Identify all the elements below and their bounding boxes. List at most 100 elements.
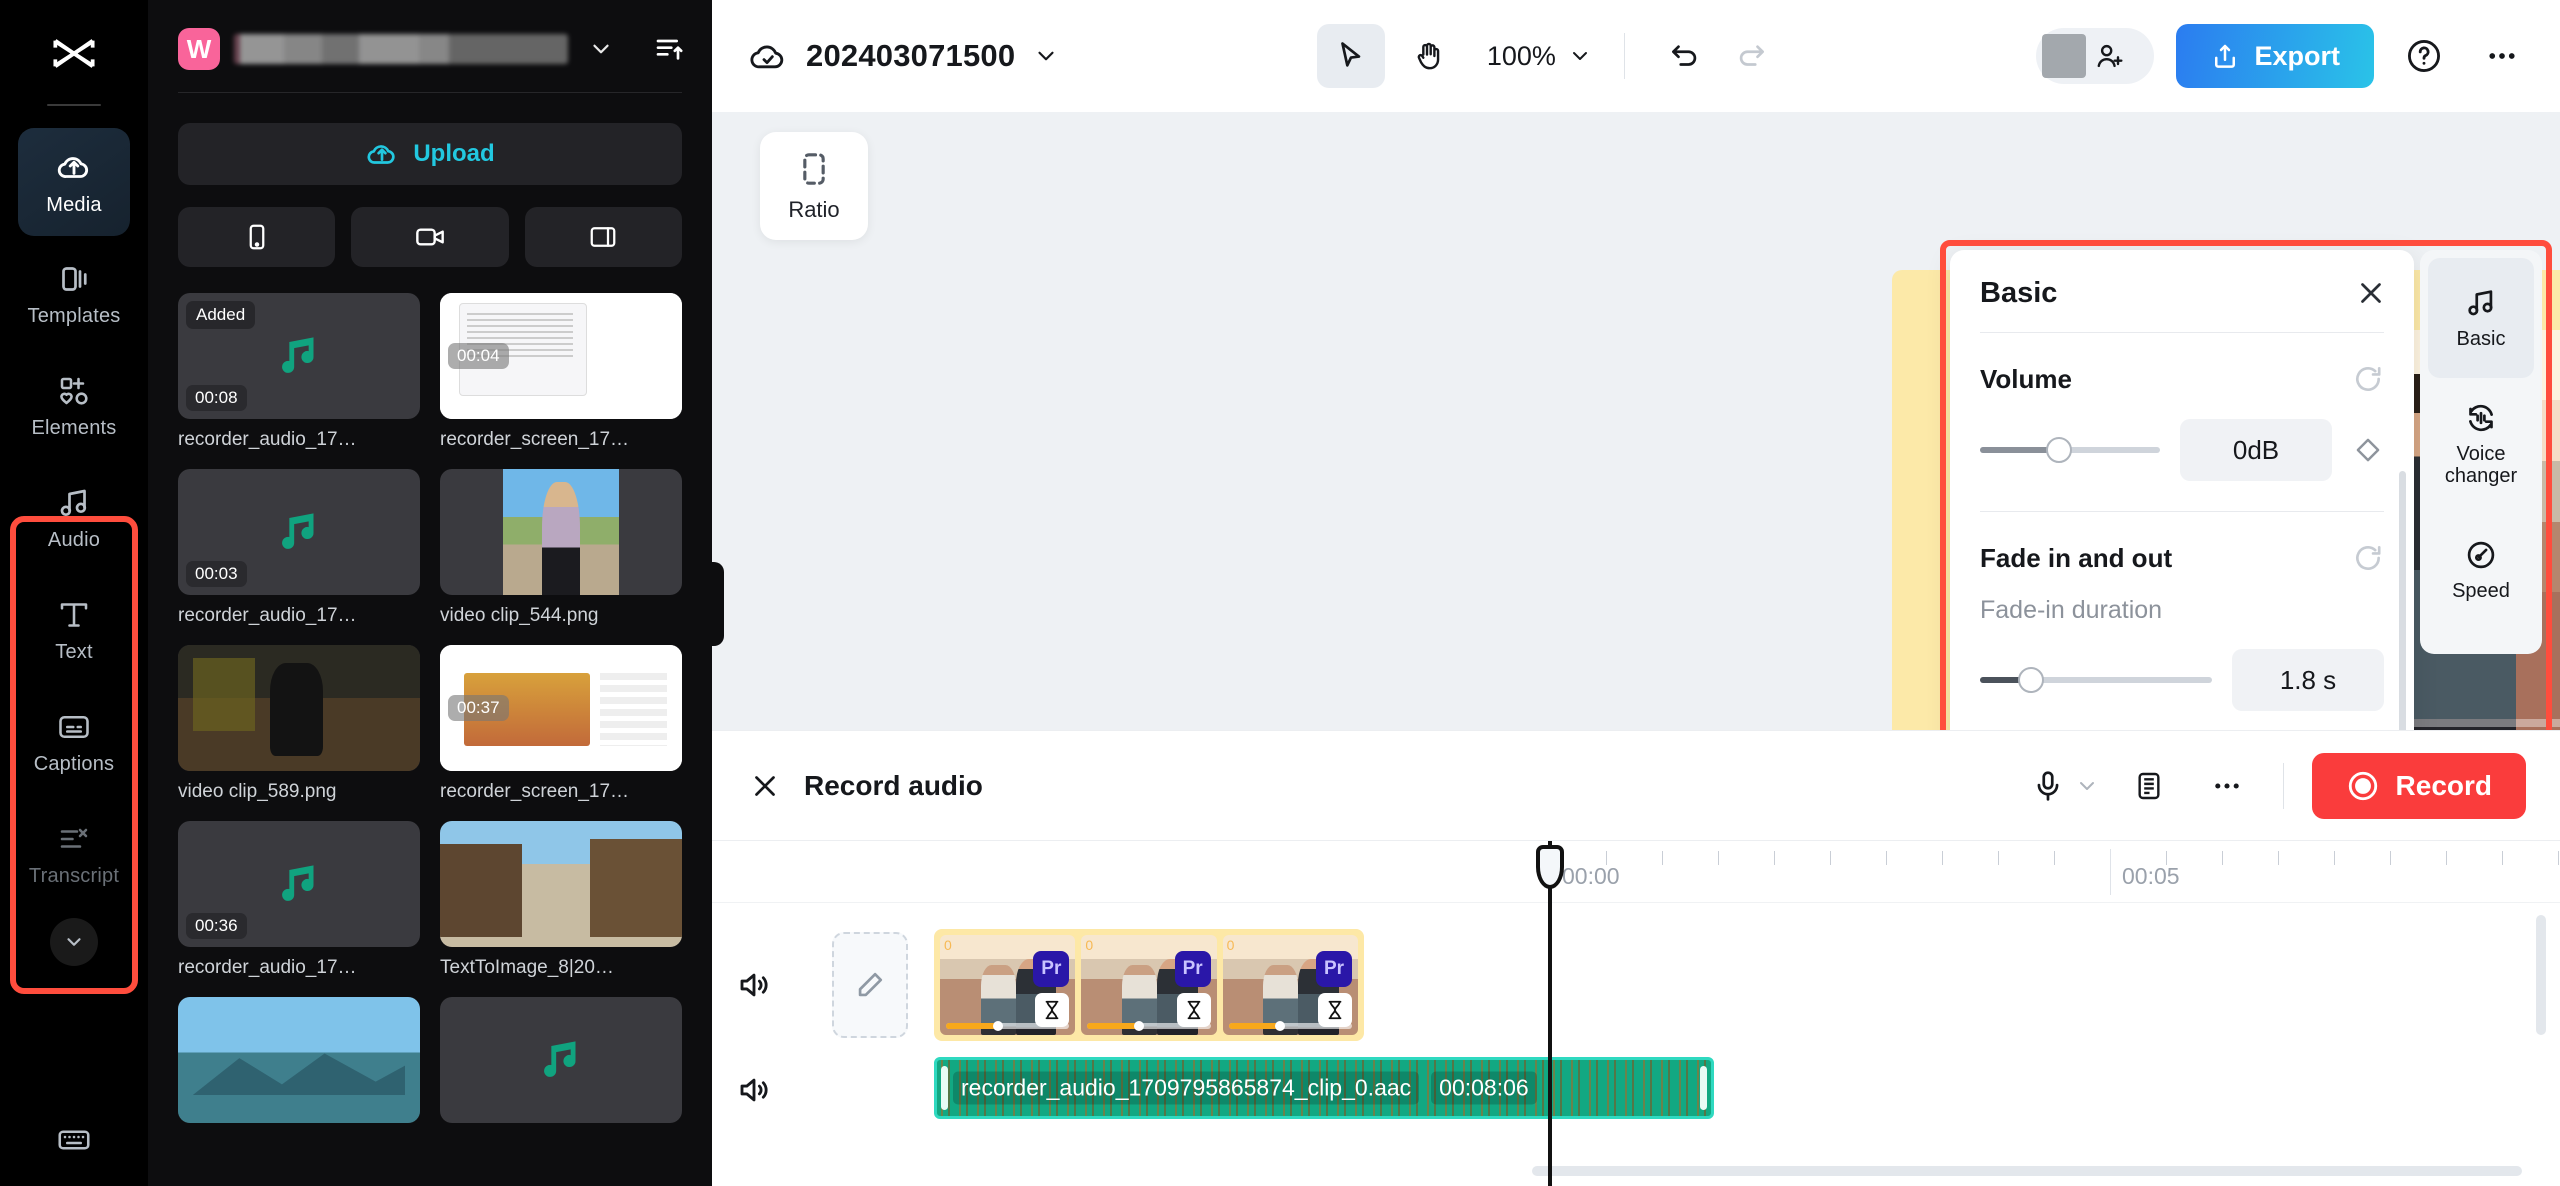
ruler-tick [2278, 851, 2279, 865]
playhead[interactable] [1536, 841, 1564, 1186]
media-thumbnail[interactable]: 00:03 [178, 469, 420, 595]
ruler-tick [1942, 851, 1943, 865]
sidebar-item-audio[interactable]: Audio [18, 464, 130, 572]
tab-voice-changer[interactable]: Voice changer [2428, 384, 2534, 504]
media-item[interactable]: video clip_589.png [178, 645, 420, 803]
ruler-tick-major [2110, 849, 2111, 895]
tab-label: Speed [2452, 579, 2510, 602]
diamond-keyframe-icon[interactable] [2352, 434, 2384, 466]
zoom-level-select[interactable]: 100% [1487, 41, 1592, 72]
device-tab[interactable] [178, 207, 336, 267]
topbar-actions: Export [2036, 24, 2530, 88]
video-clip-group[interactable]: 0 Pr 0 Pr 0 Pr [934, 929, 1364, 1041]
music-note-icon [56, 485, 92, 521]
media-thumbnail[interactable] [178, 645, 420, 771]
timeline-horizontal-scrollbar[interactable] [1532, 1166, 2522, 1176]
undo-button[interactable] [1657, 28, 1713, 84]
volume-slider[interactable] [1980, 437, 2160, 463]
clip-trim-handle-right[interactable] [1700, 1066, 1707, 1110]
recorder-tab[interactable] [351, 207, 509, 267]
media-thumbnail[interactable]: 00:36 [178, 821, 420, 947]
tab-basic[interactable]: Basic [2428, 258, 2534, 378]
keyboard-icon[interactable] [56, 1122, 92, 1158]
close-icon[interactable] [2354, 276, 2388, 310]
record-button[interactable]: Record [2311, 752, 2526, 819]
sidebar-item-elements[interactable]: Elements [18, 352, 130, 460]
media-thumbnail[interactable]: Added 00:08 [178, 293, 420, 419]
video-clip[interactable]: 0 Pr [1222, 935, 1358, 1035]
sidebar-item-media[interactable]: Media [18, 128, 130, 236]
audio-clip-labels: recorder_audio_1709795865874_clip_0.aac … [953, 1071, 1537, 1105]
expand-nav-button[interactable] [50, 918, 98, 966]
fade-in-value-input[interactable]: 1.8 s [2232, 649, 2384, 711]
audio-track-row: recorder_audio_1709795865874_clip_0.aac … [712, 1057, 2560, 1123]
media-source-tabs [178, 207, 682, 267]
sidebar-item-transcript[interactable]: Transcript [18, 800, 130, 908]
sort-icon[interactable] [654, 33, 686, 65]
timeline-vertical-scrollbar[interactable] [2536, 915, 2546, 1035]
media-thumbnail[interactable] [440, 997, 682, 1123]
duration-badge: 00:03 [186, 561, 247, 587]
media-thumbnail[interactable] [440, 469, 682, 595]
media-item[interactable]: 00:03 recorder_audio_17… [178, 469, 420, 627]
avatar[interactable]: W [178, 28, 220, 70]
speaker-on-icon[interactable] [736, 967, 772, 1003]
playhead-handle[interactable] [1536, 845, 1564, 889]
media-item[interactable]: video clip_544.png [440, 469, 682, 627]
timeline-ruler[interactable]: 00:00 00:05 [712, 841, 2560, 903]
media-thumbnail[interactable]: 00:37 [440, 645, 682, 771]
media-item[interactable]: Added 00:08 recorder_audio_17… [178, 293, 420, 451]
volume-value-input[interactable]: 0dB [2180, 419, 2332, 481]
media-thumbnail[interactable] [440, 821, 682, 947]
sidebar-item-captions[interactable]: Captions [18, 688, 130, 796]
upload-button[interactable]: Upload [178, 123, 682, 185]
media-item[interactable] [440, 997, 682, 1123]
collaborate-button[interactable] [2036, 28, 2155, 84]
fade-in-slider[interactable] [1980, 667, 2212, 693]
media-thumbnail[interactable] [178, 997, 420, 1123]
sidebar-item-text[interactable]: Text [18, 576, 130, 684]
media-item[interactable]: 00:04 recorder_screen_17… [440, 293, 682, 451]
microphone-select[interactable] [2031, 769, 2099, 803]
fade-section-header: Fade in and out [1980, 542, 2384, 574]
properties-divider [1980, 332, 2384, 333]
reset-icon[interactable] [2352, 363, 2384, 395]
audio-settings-button[interactable] [2121, 758, 2177, 814]
hand-tool-button[interactable] [1395, 24, 1463, 88]
media-thumbnail[interactable]: 00:04 [440, 293, 682, 419]
record-more-button[interactable] [2199, 758, 2255, 814]
track-edit-button[interactable] [832, 932, 908, 1038]
media-filename: recorder_audio_17… [178, 605, 357, 626]
sidebar-item-label: Audio [47, 528, 101, 551]
reset-icon[interactable] [2352, 542, 2384, 574]
music-note-icon [270, 503, 328, 561]
ratio-button[interactable]: Ratio [760, 132, 868, 240]
close-icon[interactable] [748, 769, 782, 803]
media-item[interactable]: 00:36 recorder_audio_17… [178, 821, 420, 979]
tab-speed[interactable]: Speed [2428, 510, 2534, 630]
clip-trim-handle-left[interactable] [941, 1066, 948, 1110]
select-tool-button[interactable] [1316, 24, 1385, 88]
hourglass-icon [1035, 993, 1070, 1027]
added-badge: Added [186, 301, 256, 329]
volume-slider-knob[interactable] [2046, 437, 2073, 463]
speaker-on-icon[interactable] [736, 1072, 772, 1108]
properties-scrollbar[interactable] [2399, 471, 2406, 730]
more-options-button[interactable] [2474, 28, 2530, 84]
fade-in-slider-knob[interactable] [2018, 667, 2045, 693]
help-button[interactable] [2396, 28, 2452, 84]
sidebar-item-templates[interactable]: Templates [18, 240, 130, 348]
chevron-down-icon[interactable] [1033, 43, 1059, 69]
audio-clip[interactable]: recorder_audio_1709795865874_clip_0.aac … [934, 1057, 1714, 1119]
media-item[interactable]: TextToImage_8|20… [440, 821, 682, 979]
media-item[interactable]: 00:37 recorder_screen_17… [440, 645, 682, 803]
ruler-tick [2446, 851, 2447, 865]
video-clip[interactable]: 0 Pr [1081, 935, 1217, 1035]
upload-button-label: Upload [413, 140, 495, 167]
export-button[interactable]: Export [2176, 24, 2374, 88]
redo-button[interactable] [1723, 28, 1779, 84]
media-item[interactable] [178, 997, 420, 1123]
library-tab[interactable] [524, 207, 682, 267]
chevron-down-icon[interactable] [588, 36, 614, 62]
video-clip[interactable]: 0 Pr [940, 935, 1076, 1035]
